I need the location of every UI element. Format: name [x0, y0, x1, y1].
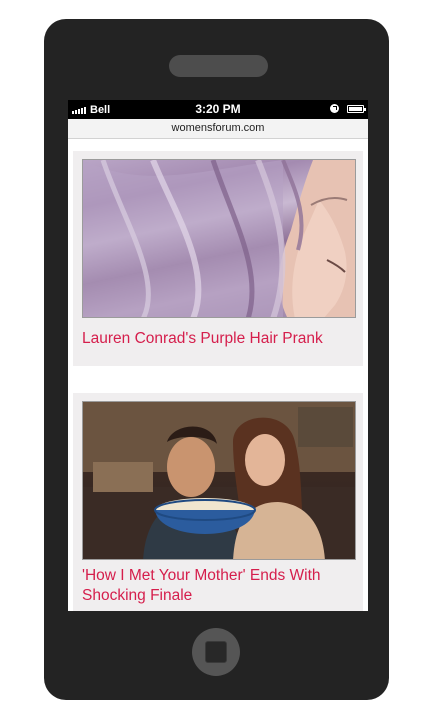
woman-purple-hair-photo[interactable]	[82, 159, 356, 318]
phone-frame: Bell 3:20 PM womensforum.com Lauren Conr…	[44, 19, 389, 700]
address-bar[interactable]: womensforum.com	[68, 119, 368, 139]
article-card[interactable]: 'How I Met Your Mother' Ends With Shocki…	[73, 393, 363, 611]
home-square-icon	[205, 641, 227, 663]
article-feed: Lauren Conrad's Purple Hair Prank 'How I…	[68, 139, 368, 611]
status-bar: Bell 3:20 PM	[68, 100, 368, 119]
home-button[interactable]	[192, 628, 240, 676]
status-time: 3:20 PM	[195, 102, 241, 116]
orientation-lock-icon	[330, 104, 339, 113]
battery-icon	[347, 104, 366, 113]
article-title[interactable]: Lauren Conrad's Purple Hair Prank	[82, 329, 354, 349]
phone-screen: Bell 3:20 PM womensforum.com Lauren Conr…	[68, 100, 368, 611]
status-icons	[330, 104, 366, 113]
phone-speaker	[169, 55, 268, 77]
article-title[interactable]: 'How I Met Your Mother' Ends With Shocki…	[82, 566, 354, 606]
article-card[interactable]: Lauren Conrad's Purple Hair Prank	[73, 151, 363, 366]
couple-popcorn-photo[interactable]	[82, 401, 356, 560]
